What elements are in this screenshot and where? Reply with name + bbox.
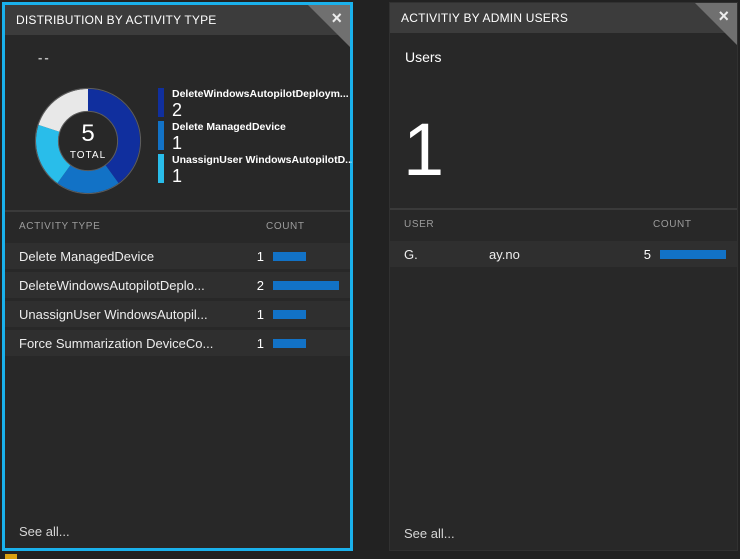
count-bar	[660, 250, 726, 259]
legend-item: Delete ManagedDevice1	[158, 121, 352, 150]
tile-title: DISTRIBUTION BY ACTIVITY TYPE	[16, 5, 217, 35]
count-bar	[273, 310, 339, 319]
count-value: 5	[635, 247, 651, 262]
legend-item: DeleteWindowsAutopilotDeploym...2	[158, 88, 352, 117]
legend-label: Delete ManagedDevice	[172, 121, 286, 133]
dashboard: DISTRIBUTION BY ACTIVITY TYPE × -- 5 TOT…	[0, 0, 740, 559]
close-icon[interactable]: ×	[718, 7, 729, 25]
column-header-count: COUNT	[635, 219, 727, 230]
table-row[interactable]: Force Summarization DeviceCo...1	[5, 330, 350, 356]
partial-tile-fragment	[5, 554, 17, 559]
count-cell: 5	[635, 247, 727, 262]
see-all-link[interactable]: See all...	[19, 524, 70, 539]
tile-title: ACTIVITIY BY ADMIN USERS	[401, 3, 568, 33]
count-cell: 2	[248, 278, 340, 293]
legend-label: DeleteWindowsAutopilotDeploym...	[172, 88, 349, 100]
table-header-row: USER COUNT	[390, 210, 737, 238]
count-cell: 1	[248, 307, 340, 322]
count-cell: 1	[248, 249, 340, 264]
table-row[interactable]: DeleteWindowsAutopilotDeplo...2	[5, 272, 350, 298]
tile-header: ACTIVITIY BY ADMIN USERS	[390, 3, 737, 33]
table-row[interactable]: Delete ManagedDevice1	[5, 243, 350, 269]
corner-triangle	[695, 3, 737, 45]
metric-label: Users	[405, 49, 442, 65]
column-header-count: COUNT	[248, 221, 340, 232]
legend-item: UnassignUser WindowsAutopilotD...1	[158, 154, 352, 183]
tile-distribution-by-activity-type[interactable]: DISTRIBUTION BY ACTIVITY TYPE × -- 5 TOT…	[2, 2, 353, 551]
donut-chart: 5 TOTAL	[33, 86, 143, 196]
count-value: 1	[248, 249, 264, 264]
user-prefix: G.	[404, 247, 489, 262]
legend-swatch	[158, 121, 164, 150]
donut-legend: DeleteWindowsAutopilotDeploym...2 Delete …	[158, 88, 352, 187]
metric-value: 1	[403, 113, 444, 187]
row-label: Force Summarization DeviceCo...	[19, 336, 248, 351]
row-label: DeleteWindowsAutopilotDeplo...	[19, 278, 248, 293]
legend-value: 1	[172, 167, 352, 183]
count-value: 2	[248, 278, 264, 293]
legend-swatch	[158, 154, 164, 183]
count-value: 1	[248, 336, 264, 351]
table-row[interactable]: G.ay.no5	[390, 241, 737, 267]
row-label: UnassignUser WindowsAutopil...	[19, 307, 248, 322]
users-table: USER COUNT G.ay.no5	[390, 208, 737, 267]
tile-header: DISTRIBUTION BY ACTIVITY TYPE	[5, 5, 350, 35]
donut-outline	[58, 111, 117, 170]
legend-value: 2	[172, 101, 349, 117]
legend-label: UnassignUser WindowsAutopilotD...	[172, 154, 352, 166]
legend-value: 1	[172, 134, 286, 150]
activity-table: ACTIVITY TYPE COUNT Delete ManagedDevice…	[5, 210, 350, 356]
donut-svg	[33, 86, 143, 196]
table-body: Delete ManagedDevice1DeleteWindowsAutopi…	[5, 243, 350, 356]
count-bar	[273, 252, 339, 261]
close-icon[interactable]: ×	[331, 9, 342, 27]
corner-triangle	[308, 5, 350, 47]
table-row[interactable]: UnassignUser WindowsAutopil...1	[5, 301, 350, 327]
table-header-row: ACTIVITY TYPE COUNT	[5, 212, 350, 240]
column-header-user: USER	[404, 219, 635, 230]
tile-activity-by-admin-users[interactable]: ACTIVITIY BY ADMIN USERS × Users 1 USER …	[389, 2, 738, 551]
count-bar	[273, 281, 339, 290]
count-cell: 1	[248, 336, 340, 351]
placeholder-dashes: --	[38, 50, 51, 65]
legend-swatch	[158, 88, 164, 117]
table-body: G.ay.no5	[390, 241, 737, 267]
count-value: 1	[248, 307, 264, 322]
count-bar	[273, 339, 339, 348]
user-suffix: ay.no	[489, 247, 520, 262]
see-all-link[interactable]: See all...	[404, 526, 455, 541]
row-label: Delete ManagedDevice	[19, 249, 248, 264]
column-header-activity-type: ACTIVITY TYPE	[19, 221, 248, 232]
row-label: G.ay.no	[404, 247, 635, 262]
